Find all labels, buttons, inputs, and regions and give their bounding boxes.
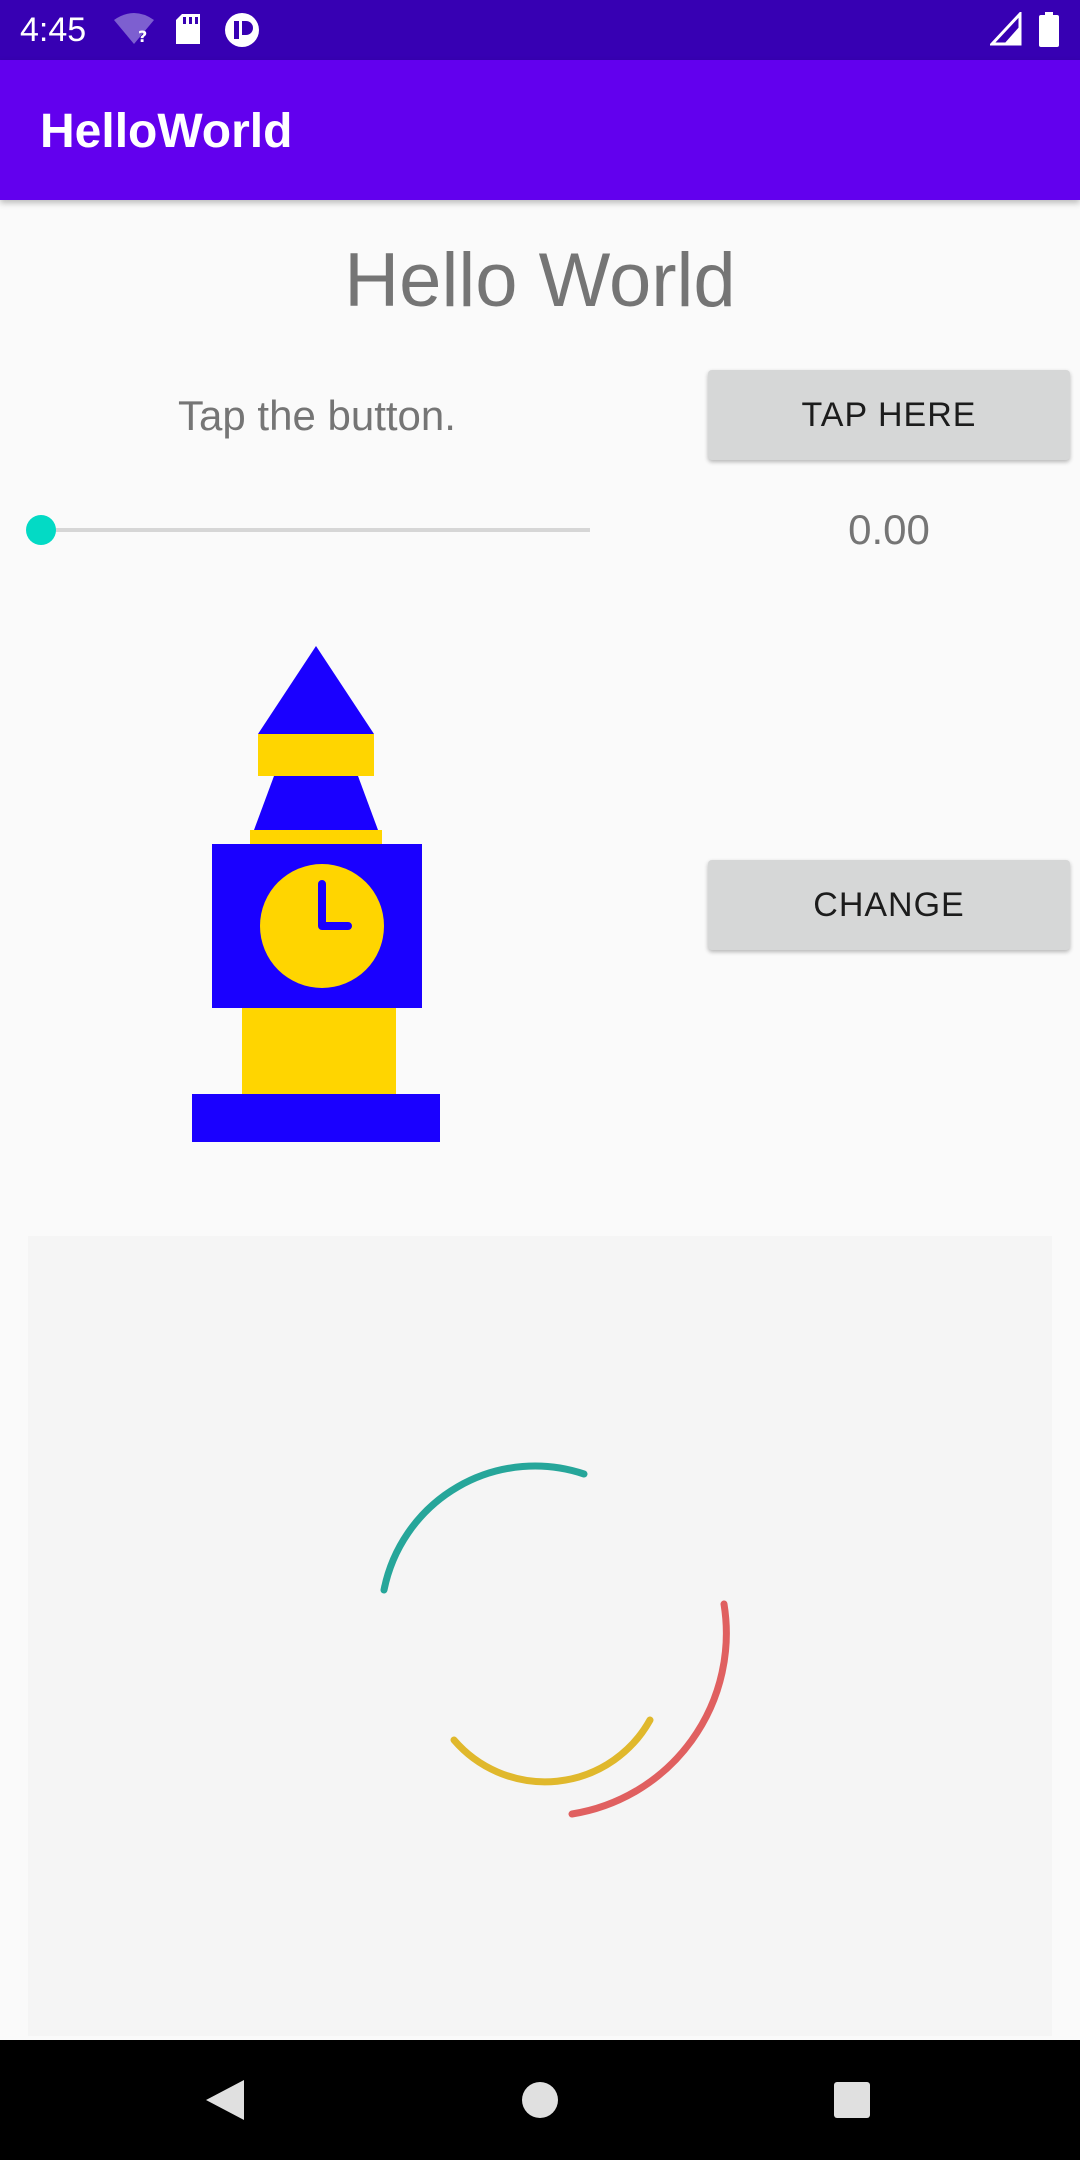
slider-thumb[interactable] — [26, 515, 56, 545]
navigation-bar — [0, 2040, 1080, 2160]
tap-here-button[interactable]: TAP HERE — [708, 370, 1070, 460]
svg-text:?: ? — [138, 27, 147, 46]
home-icon[interactable] — [516, 2076, 564, 2128]
cell-signal-icon — [988, 10, 1022, 50]
slider-value: 0.00 — [848, 506, 930, 553]
slider-track — [40, 528, 590, 532]
sd-card-icon — [174, 12, 202, 50]
back-icon[interactable] — [202, 2076, 250, 2128]
recents-icon[interactable] — [828, 2076, 876, 2128]
status-bar: 4:45 ? — [0, 0, 1080, 60]
clock-tower-icon — [190, 646, 442, 1146]
greeting-text: Hello World — [344, 238, 736, 323]
app-title: HelloWorld — [40, 105, 293, 158]
app-bar: HelloWorld — [0, 60, 1080, 200]
prompt-text: Tap the button. — [178, 392, 456, 439]
value-slider[interactable] — [26, 510, 602, 550]
loading-spinner-icon — [380, 1462, 730, 1818]
spinner-panel — [28, 1236, 1052, 2036]
status-time: 4:45 — [20, 11, 87, 49]
app-notification-icon — [224, 12, 260, 52]
wifi-unknown-icon: ? — [112, 12, 156, 50]
battery-icon — [1038, 12, 1060, 52]
change-button[interactable]: CHANGE — [708, 860, 1070, 950]
